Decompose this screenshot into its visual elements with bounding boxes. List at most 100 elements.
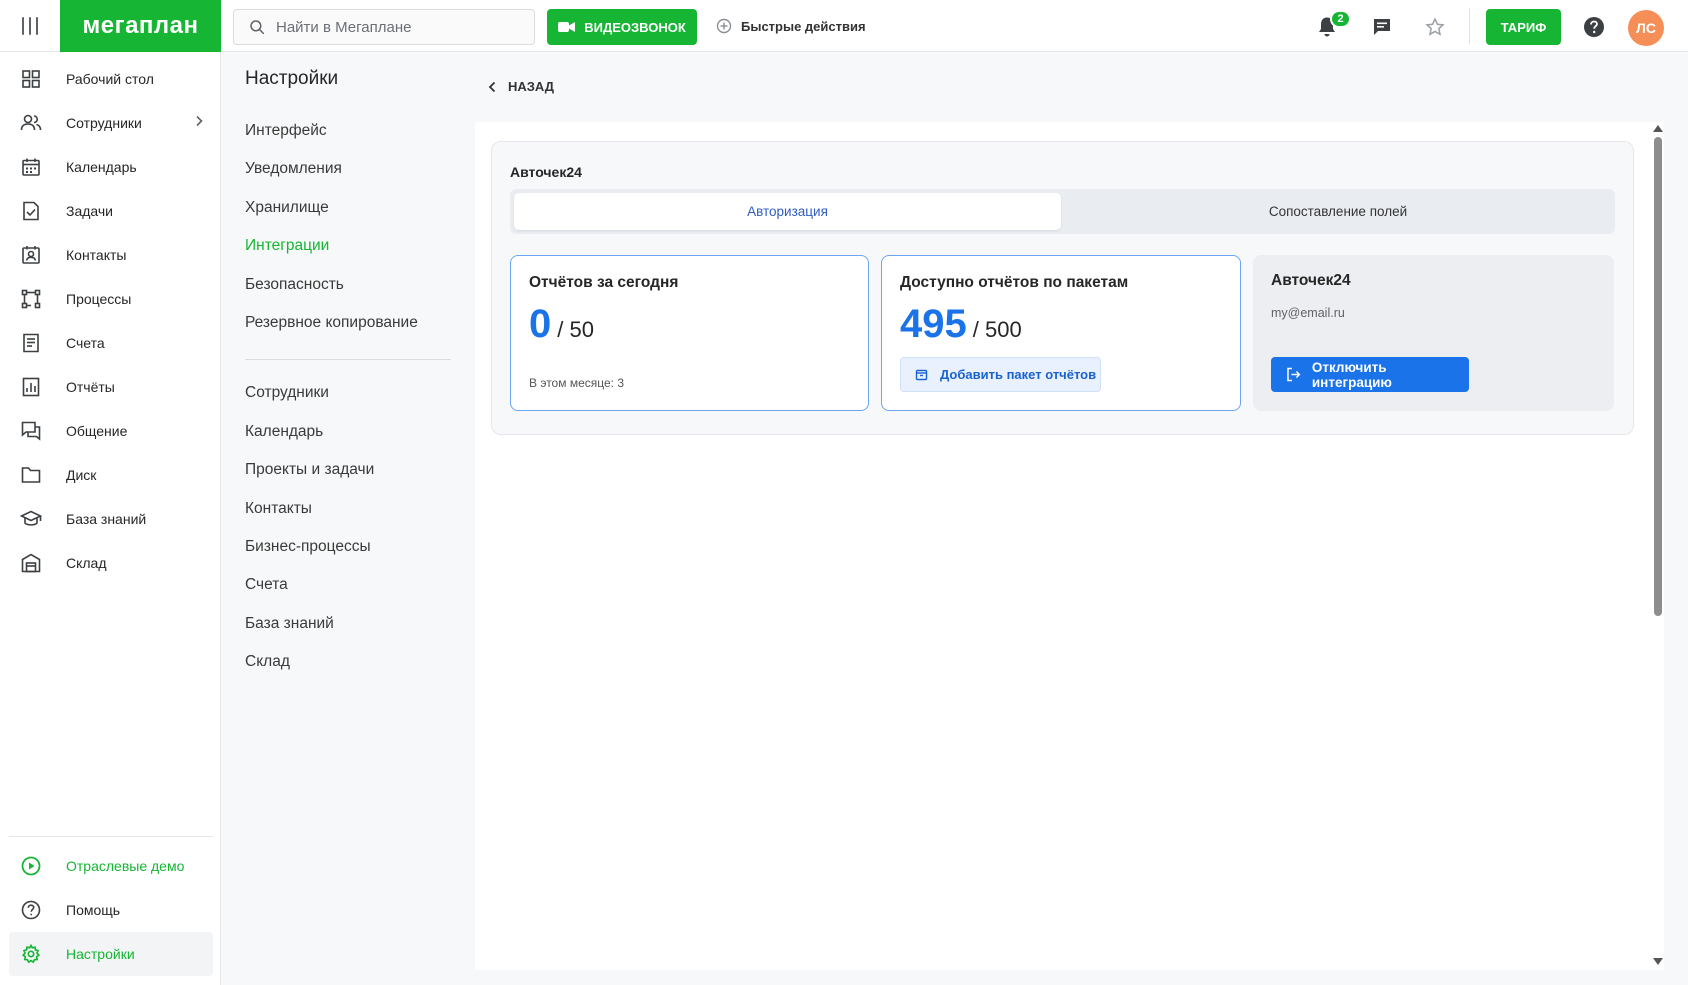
sidebar-item-contacts[interactable]: Контакты (9, 233, 213, 277)
account-card: Авточек24 my@email.ru Отключить интеграц… (1253, 255, 1614, 411)
settings-item-invoices[interactable]: Счета (245, 576, 288, 594)
reports-icon (19, 375, 43, 399)
messages-button[interactable] (1369, 14, 1395, 40)
search-input[interactable] (276, 18, 516, 36)
sidebar-item-label: Помощь (66, 902, 121, 918)
disconnect-integration-label: Отключить интеграцию (1311, 359, 1392, 390)
plus-circle-icon (716, 18, 732, 34)
contacts-icon (19, 243, 43, 267)
sidebar-item-warehouse[interactable]: Склад (9, 541, 213, 585)
sidebar-item-label: Контакты (66, 247, 127, 263)
sidebar-item-label: Отчёты (66, 379, 115, 395)
knowledge-icon (19, 507, 43, 531)
user-avatar[interactable]: ЛС (1628, 10, 1664, 46)
reports-available-value: 495 / 500 (900, 302, 1022, 347)
question-circle-icon (1584, 17, 1604, 37)
sidebar-item-calendar[interactable]: Календарь (9, 145, 213, 189)
reports-today-value: 0 / 50 (529, 302, 594, 347)
header-separator (1469, 8, 1470, 44)
disconnect-integration-button[interactable]: Отключить интеграцию (1271, 357, 1469, 392)
sidebar-item-label: Отраслевые демо (66, 858, 185, 874)
tab-authorization[interactable]: Авторизация (514, 193, 1061, 230)
settings-divider (245, 359, 451, 360)
sidebar-item-disk[interactable]: Диск (9, 453, 213, 497)
sidebar-item-tasks[interactable]: Задачи (9, 189, 213, 233)
processes-icon (19, 287, 43, 311)
logo[interactable]: мегаплан (60, 0, 221, 52)
tariff-button[interactable]: ТАРИФ (1486, 9, 1561, 45)
scroll-down-arrow-icon[interactable] (1653, 958, 1663, 965)
sidebar-item-reports[interactable]: Отчёты (9, 365, 213, 409)
chevron-right-icon (196, 115, 203, 127)
favorites-button[interactable] (1422, 14, 1448, 40)
add-report-package-button[interactable]: Добавить пакет отчётов (900, 357, 1101, 392)
help-button[interactable] (1581, 14, 1607, 40)
top-bar: мегаплан ВИДЕОЗВОНОК Быстрые действия 2 … (0, 0, 1688, 52)
settings-item-security[interactable]: Безопасность (245, 276, 344, 294)
search-icon (250, 20, 265, 35)
settings-title: Настройки (245, 68, 339, 89)
settings-item-knowledge-base[interactable]: База знаний (245, 615, 334, 633)
sidebar-item-label: База знаний (66, 511, 147, 527)
sidebar-item-help[interactable]: Помощь (9, 888, 213, 932)
settings-item-backup[interactable]: Резервное копирование (245, 314, 418, 332)
settings-item-projects-tasks[interactable]: Проекты и задачи (245, 461, 374, 479)
settings-item-interface[interactable]: Интерфейс (245, 122, 327, 140)
main-sidebar: Рабочий стол Сотрудники Календарь Задачи… (0, 52, 221, 985)
sidebar-item-settings[interactable]: Настройки (9, 932, 213, 976)
calendar-icon (19, 155, 43, 179)
settings-item-integrations[interactable]: Интеграции (245, 237, 329, 255)
integration-tabs: Авторизация Сопоставление полей (510, 189, 1615, 234)
warehouse-icon (19, 551, 43, 575)
star-icon (1425, 17, 1445, 36)
menu-toggle-icon[interactable] (18, 12, 42, 40)
sidebar-item-communication[interactable]: Общение (9, 409, 213, 453)
back-button[interactable]: НАЗАД (488, 79, 554, 94)
tab-field-mapping[interactable]: Сопоставление полей (1065, 193, 1611, 230)
sidebar-item-invoices[interactable]: Счета (9, 321, 213, 365)
video-call-button[interactable]: ВИДЕОЗВОНОК (547, 9, 697, 45)
sidebar-item-label: Общение (66, 423, 128, 439)
reports-available-card: Доступно отчётов по пакетам 495 / 500 До… (881, 255, 1241, 411)
search-box[interactable] (233, 9, 535, 45)
scroll-up-arrow-icon[interactable] (1653, 125, 1663, 132)
reports-available-label: Доступно отчётов по пакетам (900, 274, 1129, 291)
logout-icon (1287, 367, 1301, 382)
video-camera-icon (558, 22, 576, 32)
play-icon (19, 854, 43, 878)
settings-item-contacts[interactable]: Контакты (245, 500, 312, 518)
sidebar-item-dashboard[interactable]: Рабочий стол (9, 57, 213, 101)
users-icon (19, 111, 43, 135)
reports-today-limit: / 50 (557, 317, 594, 342)
gear-icon (19, 942, 43, 966)
settings-item-warehouse[interactable]: Склад (245, 653, 290, 671)
sidebar-item-industry-demo[interactable]: Отраслевые демо (9, 844, 213, 888)
sidebar-item-label: Сотрудники (66, 115, 142, 131)
quick-actions-label: Быстрые действия (741, 18, 866, 34)
folder-icon (19, 463, 43, 487)
sidebar-item-label: Диск (66, 467, 97, 483)
settings-item-employees[interactable]: Сотрудники (245, 384, 329, 402)
reports-today-count: 0 (529, 302, 552, 346)
sidebar-item-label: Задачи (66, 203, 114, 219)
tasks-icon (19, 199, 43, 223)
chat-icon (19, 419, 43, 443)
settings-item-calendar[interactable]: Календарь (245, 423, 323, 441)
notification-count-badge: 2 (1330, 10, 1351, 28)
sidebar-item-knowledge-base[interactable]: База знаний (9, 497, 213, 541)
package-icon (915, 369, 928, 381)
reports-today-label: Отчётов за сегодня (529, 274, 679, 291)
scrollbar-thumb[interactable] (1654, 137, 1662, 616)
settings-item-storage[interactable]: Хранилище (245, 199, 329, 217)
integration-title: Авточек24 (510, 164, 582, 180)
chevron-left-icon (488, 81, 496, 92)
account-email: my@email.ru (1271, 306, 1345, 320)
add-report-package-label: Добавить пакет отчётов (940, 367, 1097, 382)
sidebar-item-processes[interactable]: Процессы (9, 277, 213, 321)
sidebar-item-label: Счета (66, 335, 105, 351)
settings-item-business-processes[interactable]: Бизнес-процессы (245, 538, 371, 556)
settings-item-notifications[interactable]: Уведомления (245, 160, 342, 178)
video-call-label: ВИДЕОЗВОНОК (584, 19, 686, 35)
quick-actions-button[interactable]: Быстрые действия (716, 18, 866, 34)
sidebar-item-employees[interactable]: Сотрудники (9, 101, 213, 145)
